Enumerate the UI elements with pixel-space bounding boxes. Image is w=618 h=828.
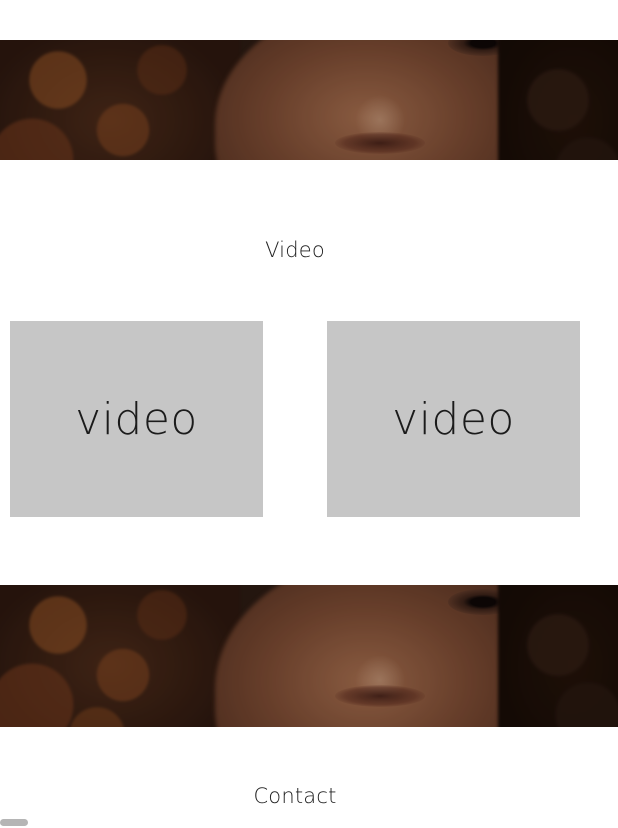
video-placeholder-label: video [75,393,198,445]
banner-overlay [0,585,618,727]
portrait-banner-bottom [0,585,618,727]
contact-section-title: Contact [253,784,337,808]
video-section-title: Video [265,238,325,262]
video-player-1[interactable]: video [10,321,263,517]
portrait-banner-top [0,40,618,160]
video-player-2[interactable]: video [327,321,580,517]
video-placeholder-label: video [392,393,515,445]
banner-overlay [0,40,618,160]
scrollbar-thumb[interactable] [0,819,28,826]
